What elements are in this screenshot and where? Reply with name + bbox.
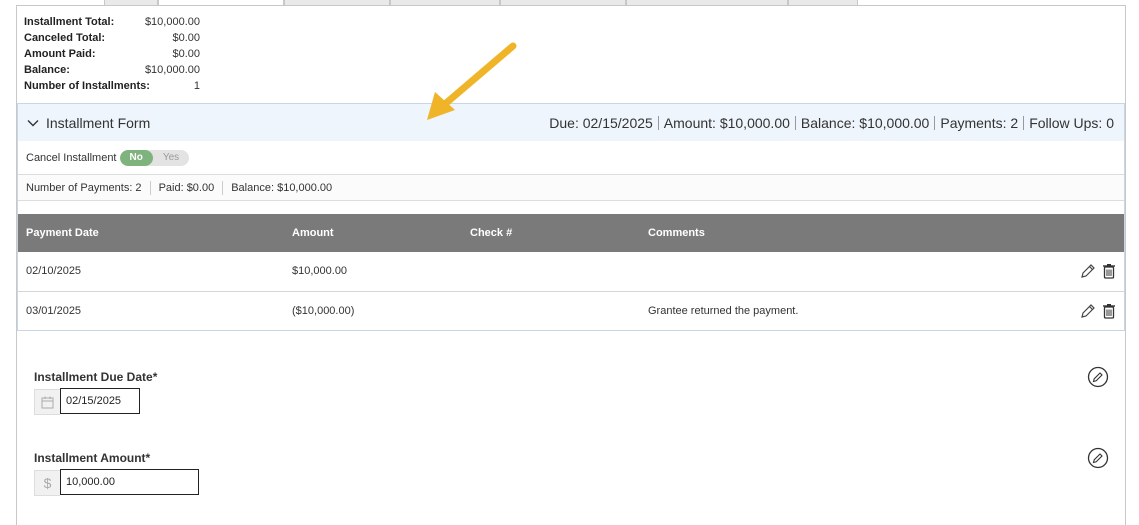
column-header-comments[interactable]: Comments <box>640 214 1044 252</box>
payments-table: Payment Date Amount Check # Comments 02/… <box>18 214 1124 331</box>
summary-value: 1 <box>193 80 200 92</box>
cell-comments: Grantee returned the payment. <box>640 291 1044 331</box>
summary-value: $10,000.00 <box>144 16 200 28</box>
payment-counts-bar: Number of Payments: 2 Paid: $0.00 Balanc… <box>18 174 1124 201</box>
meta-payments: Payments: 2 <box>940 114 1019 131</box>
cancel-installment-label: Cancel Installment <box>26 152 117 164</box>
currency-addon: $ <box>34 470 60 496</box>
edit-circle-icon[interactable] <box>1087 447 1109 469</box>
pencil-icon[interactable] <box>1080 263 1096 279</box>
separator <box>657 115 659 130</box>
table-row: 02/10/2025 $10,000.00 <box>18 252 1124 292</box>
cancel-installment-row: Cancel Installment No Yes <box>26 150 190 166</box>
separator <box>222 180 224 195</box>
separator <box>149 180 151 195</box>
row-actions <box>1044 291 1124 331</box>
installment-form-body: Cancel Installment No Yes Number of Paym… <box>17 141 1125 331</box>
meta-balance: Balance: $10,000.00 <box>800 114 930 131</box>
summary-value: $0.00 <box>172 32 200 44</box>
toggle-yes[interactable]: Yes <box>153 150 189 166</box>
cell-amount: ($10,000.00) <box>284 291 462 331</box>
count-balance: Balance: $10,000.00 <box>231 181 333 194</box>
summary-row: Amount Paid: $0.00 <box>24 46 200 62</box>
table-row: 03/01/2025 ($10,000.00) Grantee returned… <box>18 291 1124 331</box>
meta-amount: Amount: $10,000.00 <box>663 114 790 131</box>
cell-check <box>462 252 640 292</box>
count-payments: Number of Payments: 2 <box>26 181 142 194</box>
calendar-addon[interactable] <box>34 389 60 415</box>
trash-icon[interactable] <box>1102 263 1116 279</box>
calendar-icon <box>41 396 54 408</box>
separator <box>934 115 936 130</box>
panel-meta: Due: 02/15/2025 Amount: $10,000.00 Balan… <box>549 115 1114 131</box>
panel-title-text: Installment Form <box>46 114 151 131</box>
separator <box>1023 115 1025 130</box>
column-header-amount[interactable]: Amount <box>284 214 462 252</box>
toggle-no[interactable]: No <box>119 150 153 166</box>
edit-circle-icon[interactable] <box>1087 366 1109 388</box>
cell-payment-date: 02/10/2025 <box>18 252 284 292</box>
summary-label: Canceled Total: <box>24 32 106 44</box>
cell-check <box>462 291 640 331</box>
meta-followups: Follow Ups: 0 <box>1029 114 1114 131</box>
installment-form-header[interactable]: Installment Form Due: 02/15/2025 Amount:… <box>17 103 1125 141</box>
summary-label: Amount Paid: <box>24 48 96 60</box>
summary-value: $10,000.00 <box>144 64 200 76</box>
amount-label: Installment Amount* <box>34 451 151 465</box>
summary-row: Installment Total: $10,000.00 <box>24 14 200 30</box>
table-header-row: Payment Date Amount Check # Comments <box>18 214 1124 252</box>
annotation-arrow-icon <box>427 42 517 120</box>
summary-label: Number of Installments: <box>24 80 150 92</box>
due-date-input[interactable] <box>60 388 140 414</box>
cell-comments <box>640 252 1044 292</box>
panel-title[interactable]: Installment Form <box>26 115 150 131</box>
chevron-down-icon[interactable] <box>26 116 40 130</box>
cancel-installment-toggle[interactable]: No Yes <box>119 150 190 166</box>
summary-label: Balance: <box>24 64 70 76</box>
count-paid: Paid: $0.00 <box>158 181 215 194</box>
due-date-label: Installment Due Date* <box>34 370 158 384</box>
cell-amount: $10,000.00 <box>284 252 462 292</box>
row-actions <box>1044 252 1124 292</box>
pencil-icon[interactable] <box>1080 303 1096 319</box>
trash-icon[interactable] <box>1102 303 1116 319</box>
summary-row: Number of Installments: 1 <box>24 78 200 94</box>
cell-payment-date: 03/01/2025 <box>18 291 284 331</box>
summary-value: $0.00 <box>172 48 200 60</box>
column-header-payment-date[interactable]: Payment Date <box>18 214 284 252</box>
divider <box>17 330 1125 331</box>
summary-row: Canceled Total: $0.00 <box>24 30 200 46</box>
summary-row: Balance: $10,000.00 <box>24 62 200 78</box>
amount-input[interactable] <box>60 469 199 495</box>
column-header-actions <box>1044 214 1124 252</box>
separator <box>794 115 796 130</box>
meta-due: Due: 02/15/2025 <box>549 114 653 131</box>
installment-summary: Installment Total: $10,000.00 Canceled T… <box>24 14 200 94</box>
summary-label: Installment Total: <box>24 16 115 28</box>
column-header-check[interactable]: Check # <box>462 214 640 252</box>
